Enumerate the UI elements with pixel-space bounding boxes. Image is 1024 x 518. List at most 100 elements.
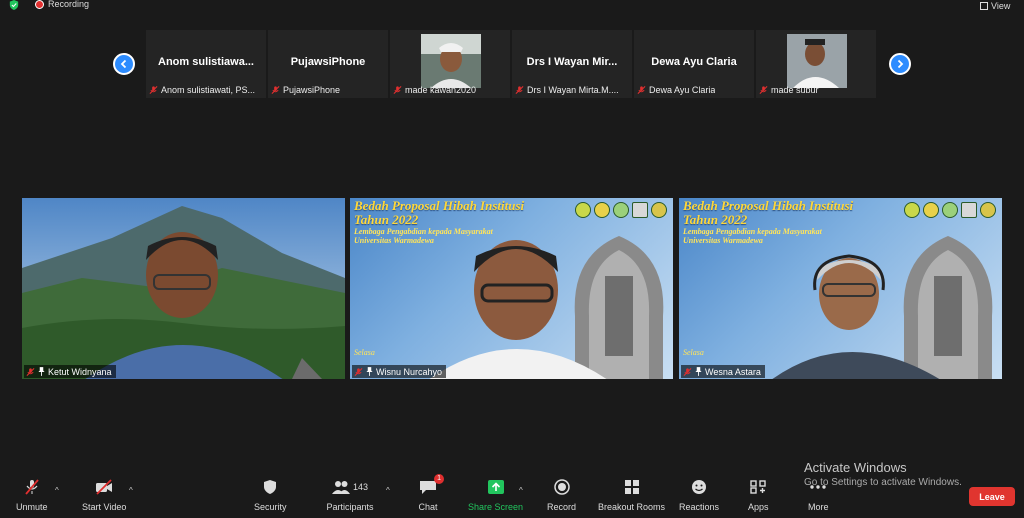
mic-off-icon <box>26 367 35 376</box>
chevron-right-icon <box>897 59 904 69</box>
participant-footer-name: Dewa Ayu Claria <box>649 85 716 95</box>
tile-name: Wesna Astara <box>705 366 761 377</box>
video-off-icon <box>96 479 113 495</box>
security-label: Security <box>254 502 287 512</box>
participants-label: Participants <box>326 502 374 512</box>
record-button[interactable]: Record <box>547 478 576 512</box>
participant-thumbnail[interactable]: PujawsiPhone PujawsiPhone <box>268 30 388 98</box>
record-icon <box>553 479 570 495</box>
share-screen-button[interactable]: Share Screen <box>468 478 523 512</box>
participant-photo <box>421 34 481 88</box>
watermark-title: Activate Windows <box>804 460 907 475</box>
start-video-button[interactable]: Start Video <box>82 478 126 512</box>
breakout-rooms-icon <box>624 480 639 494</box>
record-label: Record <box>547 502 577 512</box>
tile-name: Ketut Widnyana <box>48 366 112 377</box>
more-label: More <box>808 502 829 512</box>
activate-windows-watermark: Activate Windows Go to Settings to activ… <box>804 460 962 488</box>
mic-off-icon <box>515 86 524 94</box>
participants-options-caret[interactable]: ^ <box>386 486 390 495</box>
grid-icon <box>980 1 988 10</box>
apps-label: Apps <box>748 502 769 512</box>
video-tile[interactable]: Ketut Widnyana <box>22 198 345 379</box>
participant-photo <box>787 34 847 88</box>
mic-muted-icon <box>25 479 39 495</box>
participant-footer-name: made subur <box>771 85 819 95</box>
mic-off-icon <box>149 86 158 94</box>
share-screen-icon <box>487 480 504 494</box>
mic-off-icon <box>393 86 402 94</box>
apps-icon <box>750 480 766 494</box>
chevron-left-icon <box>120 59 127 69</box>
participant-thumbnail[interactable]: made kawan2020 <box>390 30 510 98</box>
audio-options-caret[interactable]: ^ <box>55 486 59 495</box>
slide-title-line: Tahun 2022 <box>683 212 748 227</box>
recording-dot-icon <box>35 0 44 9</box>
mic-off-icon <box>759 86 768 94</box>
participant-thumbnail[interactable]: Dewa Ayu Claria Dewa Ayu Claria <box>634 30 754 98</box>
pin-icon <box>695 367 702 376</box>
video-options-caret[interactable]: ^ <box>129 486 133 495</box>
participant-thumbnail[interactable]: Anom sulistiawa... Anom sulistiawati, PS… <box>146 30 266 98</box>
unmute-label: Unmute <box>16 502 48 512</box>
share-screen-label: Share Screen <box>468 502 524 512</box>
shield-icon <box>264 480 277 494</box>
security-button[interactable]: Security <box>254 478 287 512</box>
mic-off-icon <box>354 367 363 376</box>
participant-footer-name: Anom sulistiawati, PS... <box>161 85 256 95</box>
participant-video <box>772 254 940 379</box>
start-video-label: Start Video <box>82 502 127 512</box>
slide-day: Selasa <box>354 348 375 357</box>
shield-check-icon[interactable] <box>8 0 20 10</box>
mic-off-icon <box>637 86 646 94</box>
gallery-prev-button[interactable] <box>113 53 135 75</box>
participant-name: PujawsiPhone <box>290 56 366 68</box>
participants-count: 143 <box>352 482 369 492</box>
slide-title-line: Bedah Proposal Hibah Institusi <box>354 198 525 213</box>
pin-icon <box>366 367 373 376</box>
chat-label: Chat <box>418 502 438 512</box>
breakout-rooms-label: Breakout Rooms <box>598 502 666 512</box>
share-options-caret[interactable]: ^ <box>519 486 523 495</box>
reactions-button[interactable]: Reactions <box>679 478 719 512</box>
chat-badge: 1 <box>434 474 444 484</box>
watermark-subtitle: Go to Settings to activate Windows. <box>804 477 962 488</box>
leave-button[interactable]: Leave <box>969 487 1015 506</box>
video-tile[interactable]: Bedah Proposal Hibah Institusi Tahun 2022… <box>350 198 673 379</box>
mic-off-icon <box>683 367 692 376</box>
participants-button[interactable]: 143 Participants <box>326 478 374 512</box>
slide-subtitle-line: Lembaga Pengabdian kepada Masyarakat <box>683 227 822 236</box>
participant-footer-name: PujawsiPhone <box>283 85 341 95</box>
institution-logos <box>575 202 667 218</box>
participants-icon <box>331 481 350 494</box>
smiley-icon <box>692 480 707 494</box>
slide-subtitle-line: Universitas Warmadewa <box>683 236 763 245</box>
pin-icon <box>38 367 45 376</box>
tile-name: Wisnu Nurcahyo <box>376 366 443 377</box>
gallery-next-button[interactable] <box>889 53 911 75</box>
slide-day: Selasa <box>683 348 704 357</box>
top-bar <box>0 0 1024 12</box>
chat-button[interactable]: 1 Chat <box>418 474 444 512</box>
institution-logos <box>904 202 996 218</box>
slide-title-line: Tahun 2022 <box>354 212 419 227</box>
participant-thumbnail[interactable]: made subur <box>756 30 876 98</box>
participant-video <box>429 240 607 379</box>
participant-footer-name: Drs I Wayan Mirta.M.... <box>527 85 619 95</box>
unmute-button[interactable]: Unmute <box>16 478 48 512</box>
participant-footer-name: made kawan2020 <box>405 85 477 95</box>
view-label: View <box>991 0 1011 11</box>
view-button[interactable]: View <box>980 0 1010 11</box>
slide-title-line: Bedah Proposal Hibah Institusi <box>683 198 854 213</box>
participant-video <box>85 232 283 379</box>
mic-off-icon <box>271 86 280 94</box>
participant-thumbnail[interactable]: Drs I Wayan Mir... Drs I Wayan Mirta.M..… <box>512 30 632 98</box>
reactions-label: Reactions <box>679 502 720 512</box>
recording-label: Recording <box>48 0 90 9</box>
video-tile[interactable]: Bedah Proposal Hibah Institusi Tahun 2022… <box>679 198 1002 379</box>
participant-name: Dewa Ayu Claria <box>651 56 737 68</box>
slide-subtitle-line: Universitas Warmadewa <box>354 236 434 245</box>
breakout-rooms-button[interactable]: Breakout Rooms <box>598 478 665 512</box>
apps-button[interactable]: Apps <box>748 478 769 512</box>
participant-name: Drs I Wayan Mir... <box>526 56 618 68</box>
